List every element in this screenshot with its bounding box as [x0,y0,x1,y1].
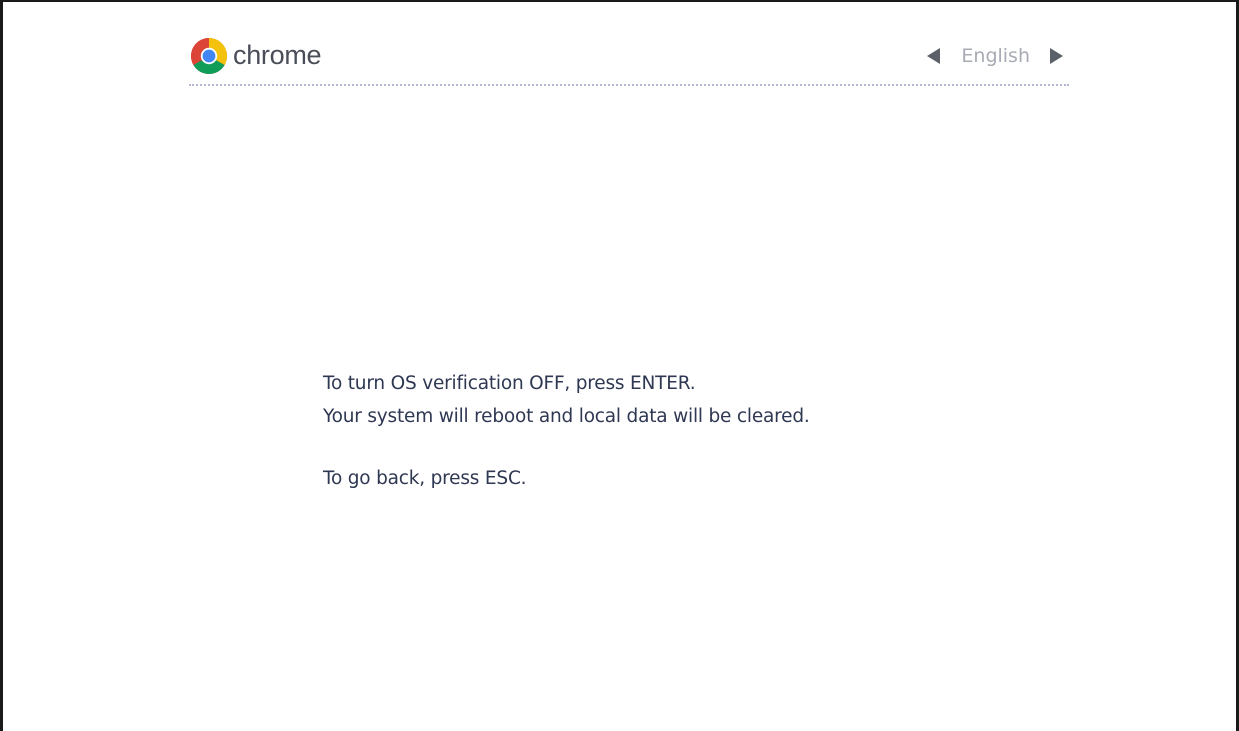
brand-wordmark: chrome [233,40,322,70]
right-triangle-icon[interactable] [1050,48,1063,64]
message-spacer [323,433,810,462]
message-line-reboot: Your system will reboot and local data w… [323,406,810,427]
recovery-screen: chrome English To turn OS verification O… [0,0,1239,731]
message-line-esc: To go back, press ESC. [323,468,527,489]
brand: chrome [189,36,322,76]
header: chrome English [189,36,1069,84]
language-selector[interactable]: English [927,41,1063,71]
header-divider [189,84,1069,86]
language-label[interactable]: English [961,41,1030,71]
left-triangle-icon[interactable] [927,48,941,64]
chrome-logo-icon [189,36,229,76]
verification-message: To turn OS verification OFF, press ENTER… [323,367,810,495]
message-line-enter: To turn OS verification OFF, press ENTER… [323,373,696,394]
